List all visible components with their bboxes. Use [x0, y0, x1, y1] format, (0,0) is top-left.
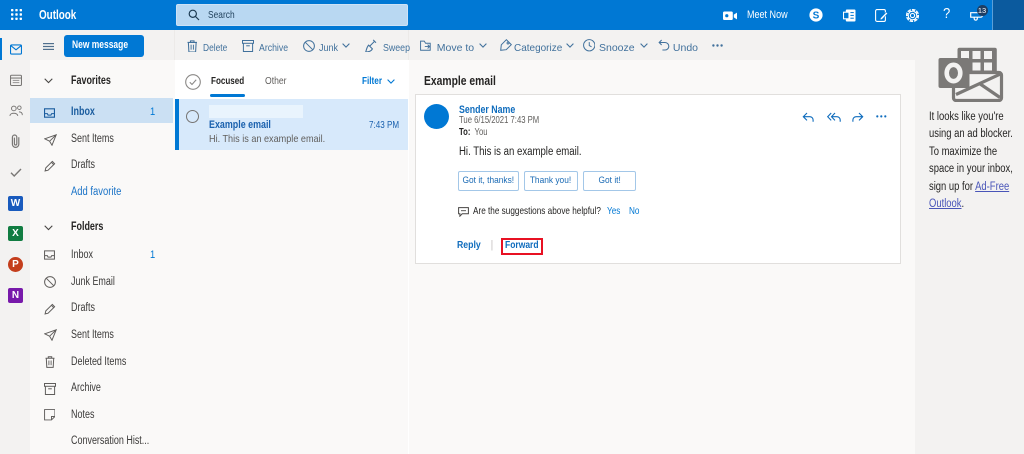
svg-text:S: S — [813, 11, 820, 22]
